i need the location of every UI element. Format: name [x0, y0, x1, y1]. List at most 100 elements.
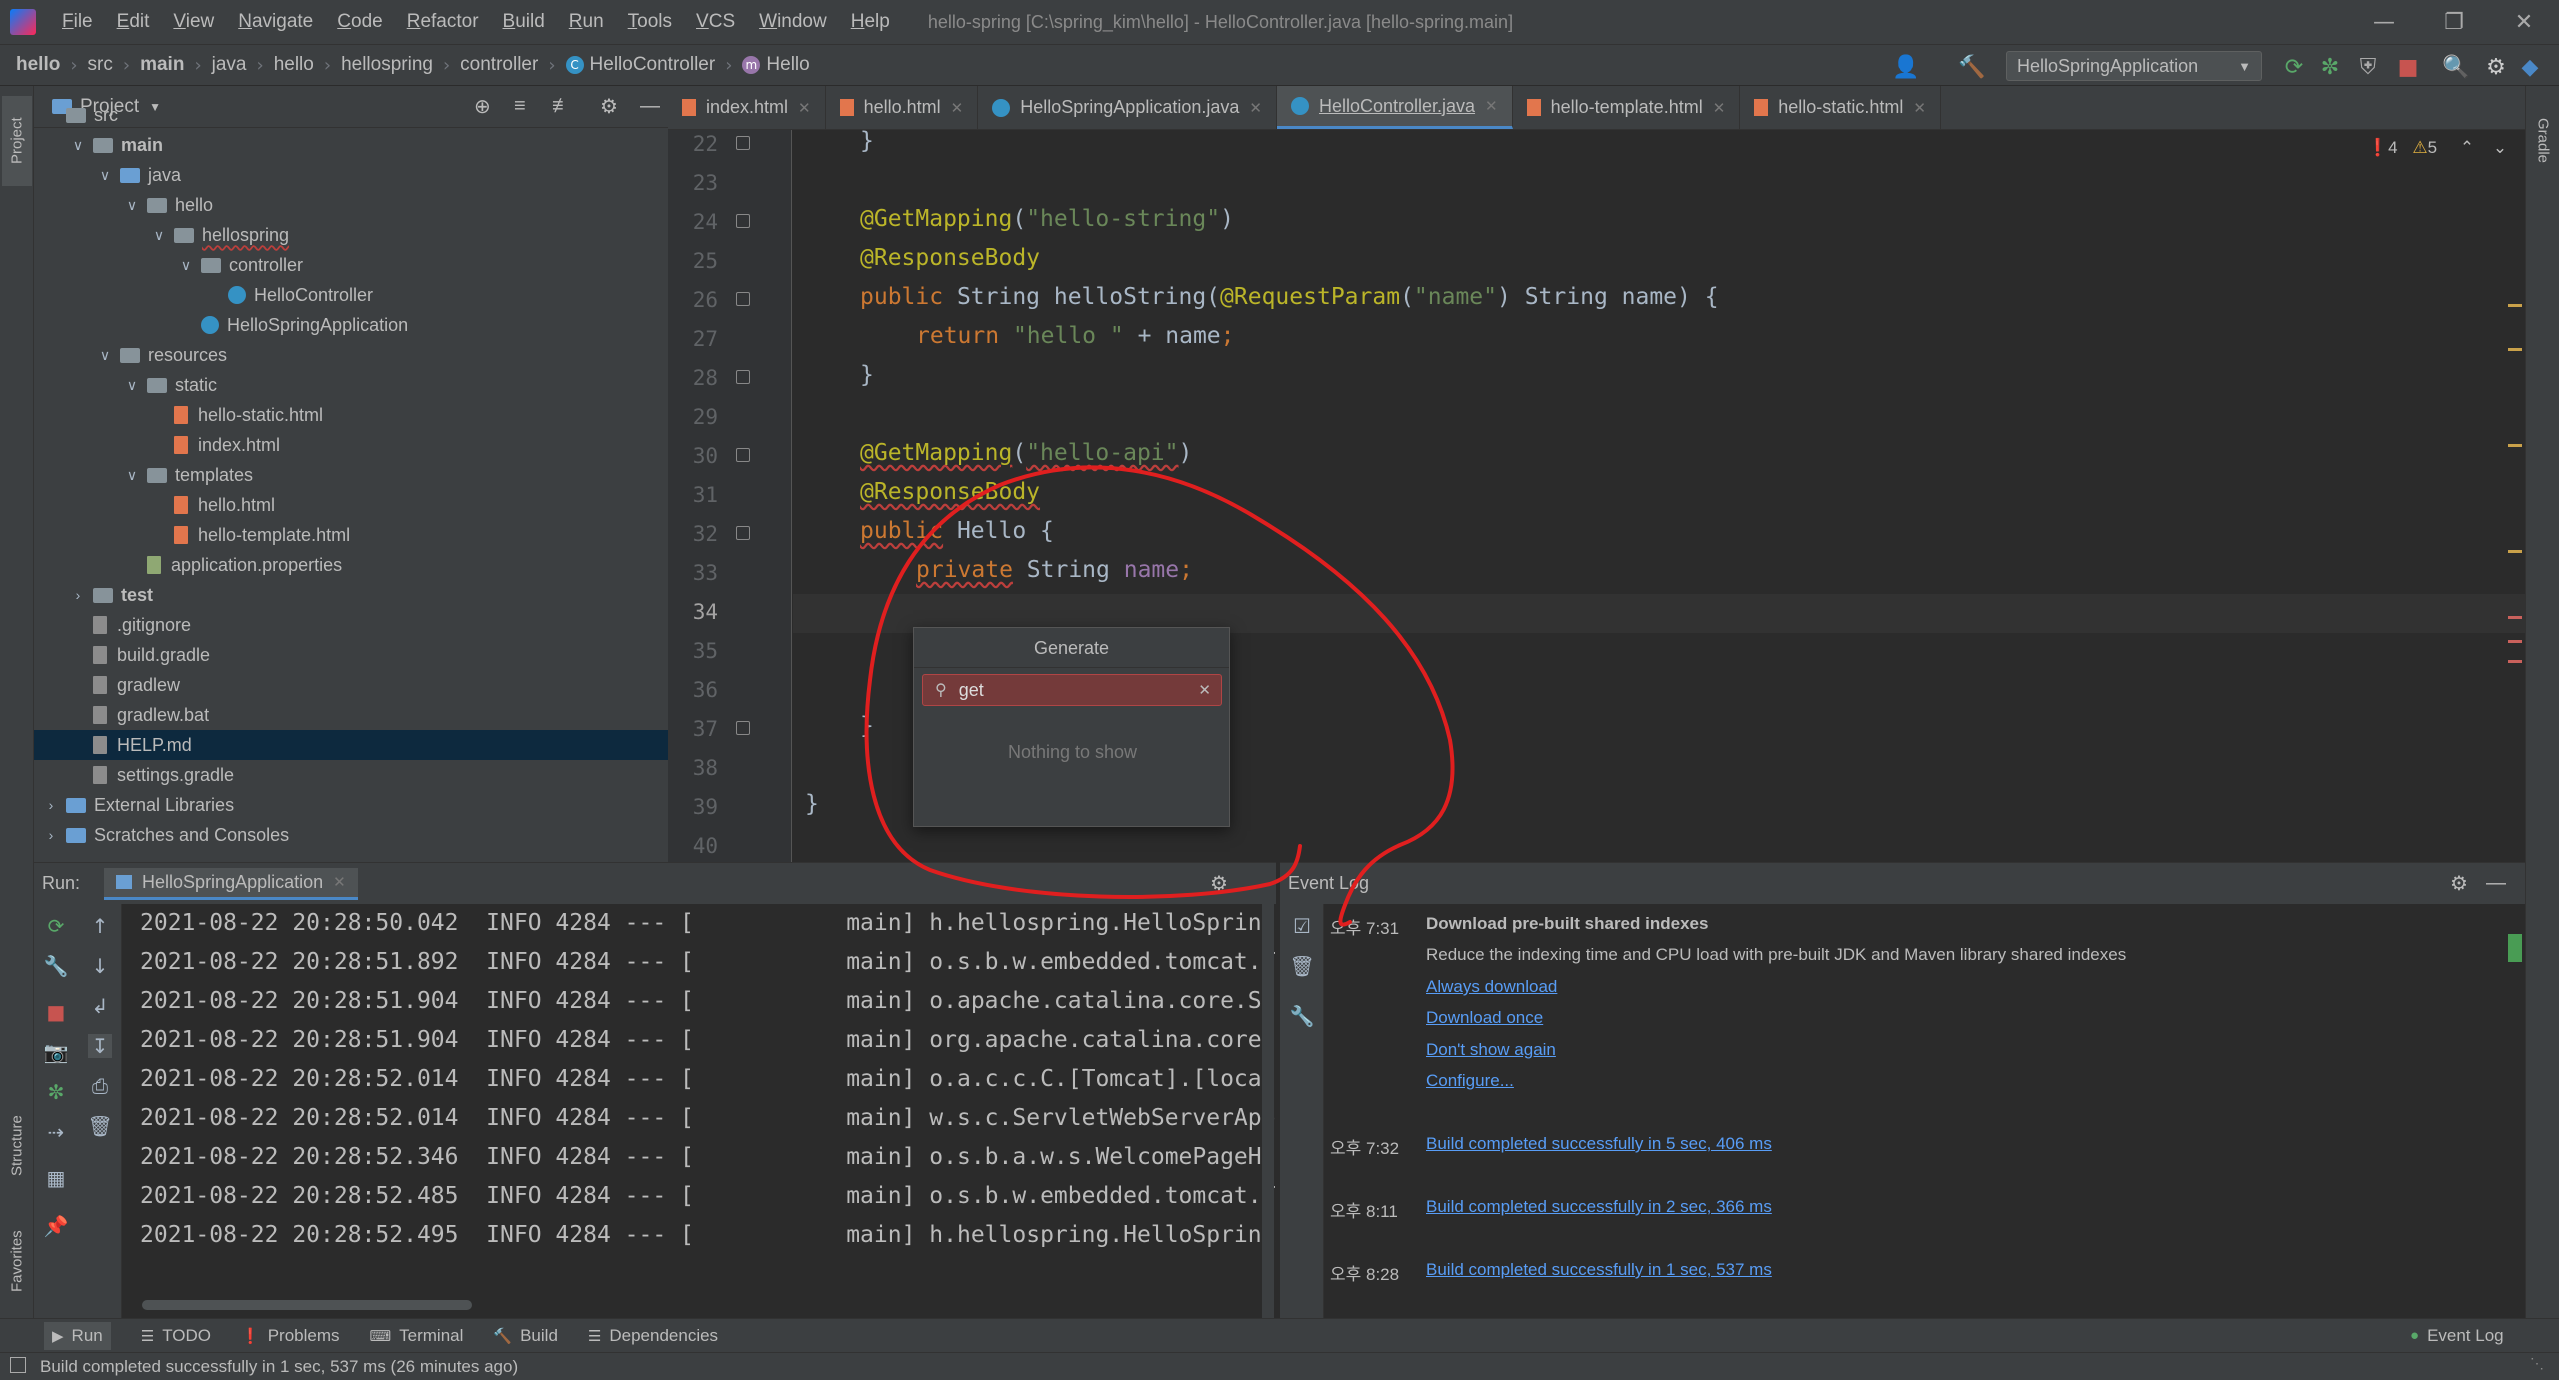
next-highlight-icon[interactable]: ⌄ [2493, 138, 2507, 157]
mark-read-icon[interactable]: ☑ [1290, 914, 1314, 938]
tree-item[interactable]: HelloSpringApplication [34, 310, 668, 340]
clear-icon[interactable]: ✕ [1198, 681, 1211, 699]
close-tab-icon[interactable]: ✕ [1713, 99, 1726, 117]
user-icon[interactable]: 👤 [1892, 53, 1920, 81]
menu-view[interactable]: View [161, 11, 226, 33]
tool-build[interactable]: 🔨 Build [493, 1326, 558, 1346]
tree-item[interactable]: hello.html [34, 490, 668, 520]
build-result-link[interactable]: Build completed successfully in 1 sec, 5… [1426, 1260, 1772, 1280]
menu-help[interactable]: Help [839, 11, 902, 33]
close-tab-icon[interactable]: ✕ [798, 99, 811, 117]
tree-item[interactable]: › External Libraries [34, 790, 668, 820]
menu-build[interactable]: Build [491, 11, 557, 33]
fold-icon[interactable] [736, 370, 750, 384]
vertical-scrollbar[interactable] [1262, 904, 1274, 1318]
menu-navigate[interactable]: Navigate [226, 11, 325, 33]
close-window-icon[interactable]: ✕ [2489, 0, 2559, 44]
close-tab-icon[interactable]: ✕ [1485, 97, 1498, 115]
tree-item[interactable]: ∨ java [34, 160, 668, 190]
tree-item[interactable]: ∨ hellospring [34, 220, 668, 250]
run-console[interactable]: 2021-08-22 20:28:50.042 INFO 4284 --- [ … [122, 904, 1276, 1318]
breadcrumb-java[interactable]: java [212, 54, 247, 76]
close-tab-icon[interactable]: ✕ [1913, 99, 1926, 117]
stop-icon[interactable]: ■ [2394, 53, 2422, 81]
generate-search-input[interactable]: ⚲ get ✕ [922, 674, 1222, 706]
breadcrumb-hello-class[interactable]: Hello [766, 54, 809, 76]
chevron-down-icon[interactable]: ∨ [123, 377, 141, 394]
fold-icon[interactable] [736, 721, 750, 735]
fold-icon[interactable] [736, 448, 750, 462]
trash-icon[interactable]: 🗑 [87, 1114, 112, 1138]
tree-item[interactable]: gradlew.bat [34, 700, 668, 730]
tree-item[interactable]: HelloController [34, 280, 668, 310]
download-once-link[interactable]: Download once [1426, 1008, 1543, 1028]
tree-item[interactable]: hello-template.html [34, 520, 668, 550]
menu-vcs[interactable]: VCS [684, 11, 747, 33]
tree-item[interactable]: settings.gradle [34, 760, 668, 790]
dont-show-again-link[interactable]: Don't show again [1426, 1040, 1556, 1060]
restore-icon[interactable]: ❐ [2419, 0, 2489, 44]
rerun-icon[interactable]: ⟳ [44, 914, 68, 938]
arrow-down-icon[interactable]: ↓ [88, 954, 112, 978]
tree-item[interactable]: ∨ templates [34, 460, 668, 490]
panel-toggle-icon[interactable] [10, 1357, 26, 1373]
tab-structure[interactable]: Structure [2, 1086, 32, 1206]
search-icon[interactable]: 🔍 [2442, 53, 2470, 81]
chevron-down-icon[interactable]: ∨ [69, 137, 87, 154]
chevron-right-icon[interactable]: › [42, 797, 60, 813]
chevron-right-icon[interactable]: › [42, 827, 60, 843]
tree-item[interactable]: HELP.md [34, 730, 668, 760]
trash-icon[interactable]: 🗑 [1289, 954, 1314, 978]
tree-item[interactable]: › test [34, 580, 668, 610]
tab-favorites[interactable]: Favorites [2, 1206, 32, 1316]
tree-item[interactable]: application.properties [34, 550, 668, 580]
tool-todo[interactable]: ☰ TODO [141, 1326, 211, 1346]
layout-icon[interactable]: ▦ [44, 1166, 68, 1190]
fold-icon[interactable] [736, 136, 750, 150]
debug-icon[interactable]: ✼ [2316, 53, 2344, 81]
chevron-down-icon[interactable]: ∨ [150, 227, 168, 244]
tab-hellospringapplication[interactable]: HelloSpringApplication.java ✕ [978, 86, 1277, 129]
hide-panel-icon[interactable]: — [2486, 872, 2506, 895]
tool-terminal[interactable]: ⌨ Terminal [370, 1326, 464, 1346]
breadcrumb-src[interactable]: src [88, 54, 113, 76]
configure-link[interactable]: Configure... [1426, 1071, 1514, 1091]
tool-run[interactable]: ▶ Run [44, 1321, 111, 1350]
print-icon[interactable]: ⎙ [88, 1074, 112, 1098]
camera-icon[interactable]: 📷 [44, 1040, 69, 1064]
menu-window[interactable]: Window [747, 11, 839, 33]
chevron-down-icon[interactable]: ∨ [123, 467, 141, 484]
close-tab-icon[interactable]: ✕ [1249, 99, 1262, 117]
tree-item[interactable]: ∨ hello [34, 190, 668, 220]
breadcrumb-controller[interactable]: controller [460, 54, 538, 76]
debug-icon[interactable]: ✼ [44, 1080, 68, 1104]
stop-icon[interactable]: ■ [44, 1000, 68, 1024]
tree-item[interactable]: ∨ main [34, 130, 668, 160]
inspection-widget[interactable]: ❗4 ⚠5 ⌃ ⌄ [2367, 138, 2507, 158]
close-tab-icon[interactable]: ✕ [951, 99, 964, 117]
tree-item[interactable]: gradlew [34, 670, 668, 700]
tool-dependencies[interactable]: ☰ Dependencies [588, 1326, 718, 1346]
breadcrumb-hellospring[interactable]: hellospring [341, 54, 433, 76]
build-result-link[interactable]: Build completed successfully in 2 sec, 3… [1426, 1197, 1772, 1217]
tree-item[interactable]: › Scratches and Consoles [34, 820, 668, 850]
fold-icon[interactable] [736, 526, 750, 540]
tab-hellocontroller[interactable]: HelloController.java ✕ [1276, 86, 1513, 129]
chevron-right-icon[interactable]: › [69, 587, 87, 603]
gear-icon[interactable]: ⚙ [2450, 871, 2468, 896]
tab-hello-html[interactable]: hello.html ✕ [826, 86, 979, 129]
close-tab-icon[interactable]: ✕ [333, 873, 346, 891]
coverage-icon[interactable]: ⛨ [2354, 53, 2382, 81]
breadcrumb-hello-pkg[interactable]: hello [274, 54, 314, 76]
fold-icon[interactable] [736, 214, 750, 228]
run-config-select[interactable]: HelloSpringApplication ▼ [2006, 51, 2262, 81]
breadcrumb-hellocontroller[interactable]: HelloController [590, 54, 716, 76]
fold-icon[interactable] [736, 292, 750, 306]
menu-code[interactable]: Code [325, 11, 394, 33]
wrench-icon[interactable]: 🔧 [1290, 1004, 1315, 1028]
tree-item[interactable]: src [34, 100, 668, 130]
menu-run[interactable]: Run [557, 11, 616, 33]
tab-index-html[interactable]: index.html ✕ [668, 86, 826, 129]
rerun-icon[interactable]: ⟳ [2280, 53, 2308, 81]
tree-item[interactable]: ∨ static [34, 370, 668, 400]
